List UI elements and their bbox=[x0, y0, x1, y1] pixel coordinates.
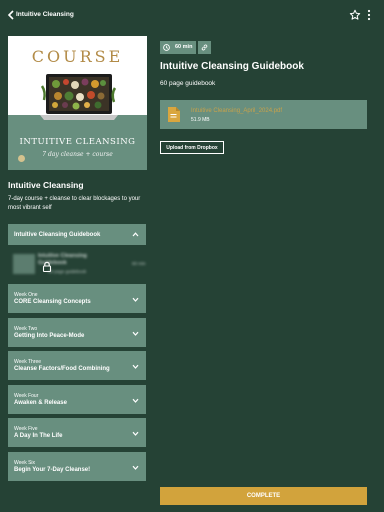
lesson-duration: 60 min bbox=[132, 261, 146, 266]
complete-button[interactable]: COMPLETE bbox=[160, 487, 367, 505]
chevron-down-icon bbox=[132, 331, 139, 336]
chevron-left-icon[interactable] bbox=[7, 10, 15, 20]
chevron-down-icon bbox=[132, 364, 139, 369]
course-description: 7-day course + cleanse to clear blockage… bbox=[8, 196, 141, 211]
week-title: Awaken & Release bbox=[14, 400, 67, 406]
copy-link-button[interactable] bbox=[198, 41, 211, 54]
section-guidebook-header[interactable]: Intuitive Cleansing Guidebook bbox=[8, 224, 146, 245]
week-five-section[interactable]: Week Five A Day In The Life bbox=[8, 418, 146, 447]
week-title: CORE Cleansing Concepts bbox=[14, 299, 91, 305]
course-name: Intuitive Cleansing bbox=[8, 180, 84, 190]
week-label: Week One bbox=[14, 292, 38, 298]
lesson-item-guidebook[interactable]: Intuitive Cleansing Guidebook 60 page gu… bbox=[8, 249, 146, 279]
chevron-up-icon bbox=[132, 232, 139, 237]
top-bar: Intuitive Cleansing bbox=[0, 0, 384, 30]
week-title: Cleanse Factors/Food Combining bbox=[14, 366, 110, 372]
duration-badge: 60 min bbox=[160, 41, 196, 54]
lock-icon bbox=[42, 261, 52, 272]
duration-text: 60 min bbox=[175, 44, 193, 50]
kebab-menu-icon[interactable] bbox=[366, 9, 372, 21]
section-label: Intuitive Cleansing Guidebook bbox=[14, 232, 101, 238]
attachment-card[interactable]: Intuitive Cleansing_April_2024.pdf 51.9 … bbox=[160, 100, 367, 129]
week-label: Week Six bbox=[14, 460, 36, 466]
course-cover-image: COURSE INTUITIVE CLEANSING 7 day cleanse… bbox=[8, 36, 147, 170]
week-label: Week Three bbox=[14, 359, 42, 365]
chevron-down-icon bbox=[132, 398, 139, 403]
lesson-meta: 60 page guidebook bbox=[160, 80, 216, 87]
lesson-heading: Intuitive Cleansing Guidebook bbox=[160, 61, 304, 72]
week-three-section[interactable]: Week Three Cleanse Factors/Food Combinin… bbox=[8, 351, 146, 380]
star-icon[interactable] bbox=[349, 9, 361, 21]
chevron-down-icon bbox=[132, 465, 139, 470]
page-title: Intuitive Cleansing bbox=[16, 11, 74, 18]
link-icon bbox=[201, 44, 208, 51]
document-icon bbox=[168, 107, 180, 122]
week-one-section[interactable]: Week One CORE Cleansing Concepts bbox=[8, 284, 146, 313]
week-four-section[interactable]: Week Four Awaken & Release bbox=[8, 385, 146, 414]
cover-word: COURSE bbox=[31, 47, 124, 66]
week-title: Begin Your 7-Day Cleanse! bbox=[14, 467, 91, 473]
week-six-section[interactable]: Week Six Begin Your 7-Day Cleanse! bbox=[8, 452, 146, 481]
brand-logo-icon bbox=[18, 155, 25, 162]
chevron-down-icon bbox=[132, 431, 139, 436]
laptop-with-food-image bbox=[40, 74, 118, 120]
week-two-section[interactable]: Week Two Getting Into Peace-Mode bbox=[8, 318, 146, 347]
lesson-thumbnail bbox=[13, 254, 35, 274]
attachment-link[interactable]: Intuitive Cleansing_April_2024.pdf bbox=[191, 108, 282, 114]
week-title: A Day In The Life bbox=[14, 433, 63, 439]
cover-title: INTUITIVE CLEANSING bbox=[19, 137, 136, 147]
clock-icon bbox=[163, 44, 170, 51]
week-title: Getting Into Peace-Mode bbox=[14, 333, 85, 339]
cover-subtitle: 7 day cleanse + course bbox=[42, 151, 113, 158]
week-label: Week Two bbox=[14, 326, 38, 332]
upload-from-dropbox-button[interactable]: Upload from Dropbox bbox=[160, 141, 224, 154]
week-label: Week Four bbox=[14, 393, 39, 399]
lesson-subtitle: 60 page guidebook bbox=[48, 269, 87, 274]
attachment-size: 51.9 MB bbox=[191, 117, 210, 123]
chevron-down-icon bbox=[132, 297, 139, 302]
week-label: Week Five bbox=[14, 426, 38, 432]
